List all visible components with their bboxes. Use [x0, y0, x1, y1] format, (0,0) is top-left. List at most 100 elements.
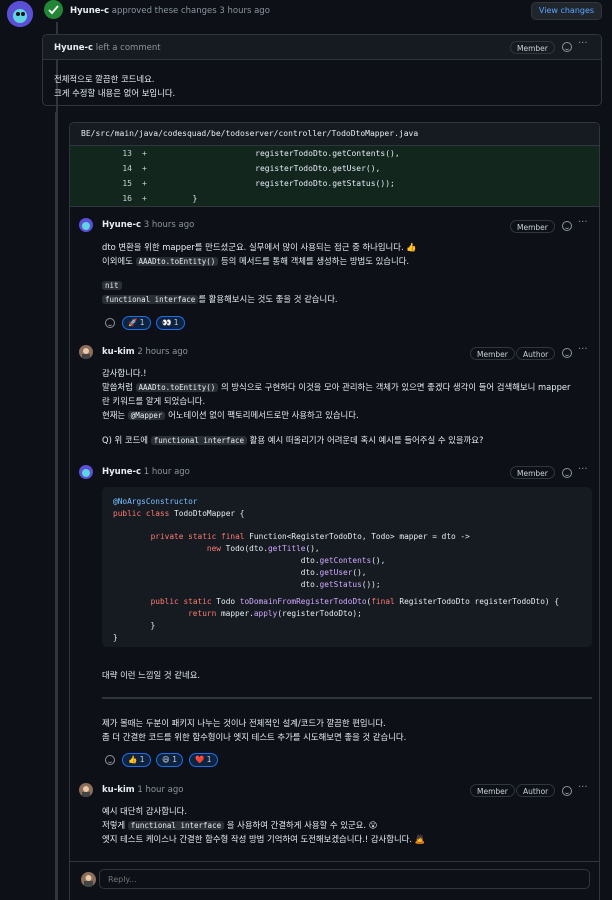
code-line: new Todo(dto.getTitle(), [206, 544, 320, 553]
comment-author[interactable]: ku-kim [102, 347, 135, 357]
reaction-eyes[interactable]: 👀 1 [156, 316, 185, 330]
more-options-icon[interactable]: ··· [578, 344, 588, 355]
author-badge: Author [516, 347, 556, 360]
file-conversation: BE/src/main/java/codesquad/be/todoserver… [69, 122, 600, 900]
review-comment-line-1: 전체적으로 깔끔한 코드네요. [54, 74, 155, 84]
code-line: dto.getUser(), [113, 568, 367, 577]
add-reaction-button[interactable] [103, 753, 117, 767]
smiley-icon [105, 755, 115, 765]
diff-line-number[interactable]: 14 [92, 164, 132, 173]
reaction-thumbs-up[interactable]: 👍 1 [122, 753, 151, 767]
comment-2-line-2: 말씀처럼 AAADto.toEntity() 의 방식으로 구현하다 이것을 모… [102, 381, 571, 393]
reply-input[interactable] [99, 869, 590, 889]
review-comment-author[interactable]: Hyune-c [54, 43, 93, 53]
comment-1-text: 이외에도 [102, 256, 133, 266]
add-reaction-icon[interactable] [562, 348, 572, 358]
comment-3-after-code: 대략 이런 느낌일 것 같네요. [102, 670, 201, 680]
diff-row: 16 + } [70, 191, 599, 206]
diff-code: registerTodoDto.getUser(), [154, 164, 381, 173]
view-changes-button[interactable]: View changes [531, 2, 602, 20]
author-badge: Author [516, 784, 556, 797]
add-reaction-icon[interactable] [562, 468, 572, 478]
reaction-laugh[interactable]: 😄 1 [156, 753, 183, 767]
comment-avatar[interactable] [79, 218, 93, 232]
reviewer-avatar[interactable] [7, 1, 33, 27]
comment-time[interactable]: 1 hour ago [144, 467, 190, 477]
comment-2-text: Q) 위 코드에 [102, 435, 149, 445]
reaction-heart[interactable]: ❤️ 1 [189, 753, 218, 767]
add-reaction-icon[interactable] [562, 221, 572, 231]
reply-avatar [81, 872, 96, 887]
comment-avatar[interactable] [79, 783, 93, 797]
comment-4-text: 엣지 테스트 케이스나 간결한 함수형 작성 방법 기억하여 도전해보겠습니다.… [102, 834, 413, 844]
add-reaction-button[interactable] [103, 316, 117, 330]
member-badge: Member [510, 220, 555, 233]
comment-4-text: 을 사용하여 간결하게 사용할 수 있군요. [226, 820, 367, 830]
code-line: public static Todo toDomainFromRegisterT… [150, 597, 560, 606]
comment-3-line-b: 좀 더 간결한 코드를 위한 함수형이나 엣지 테스트 추가를 시도해보면 좋을… [102, 732, 407, 742]
reaction-count: 1 [139, 318, 145, 327]
comment-1-text: dto 변환을 위한 mapper를 만드셨군요. 실무에서 많이 사용되는 접… [102, 242, 404, 252]
reply-divider [70, 861, 599, 862]
more-options-icon[interactable]: ··· [578, 217, 588, 228]
diff-sign: + [142, 149, 147, 158]
comment-avatar[interactable] [79, 465, 93, 479]
reaction-count: 1 [139, 755, 145, 764]
comment-2-text: 의 방식으로 구현하다 이것을 모아 관리하는 객체가 있으면 좋겠다 생각이 … [220, 382, 571, 392]
comment-1-header: Hyune-c 3 hours ago [102, 220, 194, 230]
member-badge: Member [510, 41, 555, 54]
member-badge: Member [470, 784, 515, 797]
comment-author[interactable]: ku-kim [102, 785, 135, 795]
reviewer-name[interactable]: Hyune-c [70, 6, 109, 16]
more-options-icon[interactable]: ··· [578, 782, 588, 793]
comment-4-line-3: 엣지 테스트 케이스나 간결한 함수형 작성 방법 기억하여 도전해보겠습니다.… [102, 833, 425, 845]
code-line: private static final Function<RegisterTo… [150, 532, 470, 541]
diff-line-number[interactable]: 15 [92, 179, 132, 188]
diff-code: registerTodoDto.getContents(), [154, 149, 400, 158]
approval-header: Hyune-c approved these changes 3 hours a… [70, 6, 270, 16]
laugh-emoji: 😄 [162, 755, 170, 764]
add-reaction-icon[interactable] [562, 786, 572, 796]
comment-author[interactable]: Hyune-c [102, 467, 141, 477]
comment-2-line-3: 란 키워드를 알게 되었습니다. [102, 396, 206, 406]
code-line: return mapper.apply(registerTodoDto); [188, 609, 362, 618]
file-path[interactable]: BE/src/main/java/codesquad/be/todoserver… [81, 129, 418, 138]
comment-4-line-1: 예시 대단히 감사합니다. [102, 806, 188, 816]
comment-time[interactable]: 2 hours ago [137, 347, 188, 357]
more-options-icon[interactable]: ··· [578, 38, 588, 49]
code-line: } [113, 633, 118, 642]
inline-code: AAADto.toEntity() [135, 383, 219, 392]
more-options-icon[interactable]: ··· [578, 464, 588, 475]
diff-line-number[interactable]: 13 [92, 149, 132, 158]
review-thread-line [55, 112, 57, 900]
comment-1-text: 등의 메서드를 통해 객체를 생성하는 방법도 있습니다. [220, 256, 410, 266]
diff-line-number[interactable]: 16 [92, 194, 132, 203]
member-badge: Member [470, 347, 515, 360]
diff-sign: + [142, 164, 147, 173]
reaction-count: 1 [172, 755, 177, 764]
diff-code: } [154, 194, 198, 203]
review-comment-box: Hyune-c left a comment Member ··· 전체적으로 … [42, 34, 602, 106]
diff-block: 13 + registerTodoDto.getContents(), 14 +… [70, 146, 599, 206]
reaction-count: 1 [206, 755, 212, 764]
review-comment-action: left a comment [95, 43, 161, 53]
bow-emoji: 🙇 [414, 834, 426, 844]
comment-author[interactable]: Hyune-c [102, 220, 141, 230]
add-reaction-icon[interactable] [562, 42, 572, 52]
comment-2-text: 현재는 [102, 410, 126, 420]
eyes-emoji: 👀 [162, 318, 172, 327]
comment-2-line-4: 현재는 @Mapper 어노테이션 없이 팩토리메서드로만 사용하고 있습니다. [102, 409, 359, 421]
comment-1-line-4: functional interface 를 활용해보시는 것도 좋을 것 같습니… [102, 293, 338, 305]
comment-time[interactable]: 3 hours ago [144, 220, 195, 230]
comment-avatar[interactable] [79, 345, 93, 359]
comment-time[interactable]: 1 hour ago [137, 785, 183, 795]
comment-3-line-a: 제가 볼때는 두분이 패키지 나누는 것이나 전체적인 설계/코드가 깔끔한 편… [102, 718, 386, 728]
comment-2-line-1: 감사합니다.! [102, 368, 147, 378]
review-comment-line-2: 크게 수정할 내용은 없어 보입니다. [54, 88, 176, 98]
heart-emoji: ❤️ [195, 755, 205, 764]
comment-4-header: ku-kim 1 hour ago [102, 785, 183, 795]
reaction-rocket[interactable]: 🚀 1 [122, 316, 151, 330]
comment-3-header: Hyune-c 1 hour ago [102, 467, 190, 477]
inline-code: functional interface [102, 295, 199, 304]
comment-2-text: 말씀처럼 [102, 382, 133, 392]
